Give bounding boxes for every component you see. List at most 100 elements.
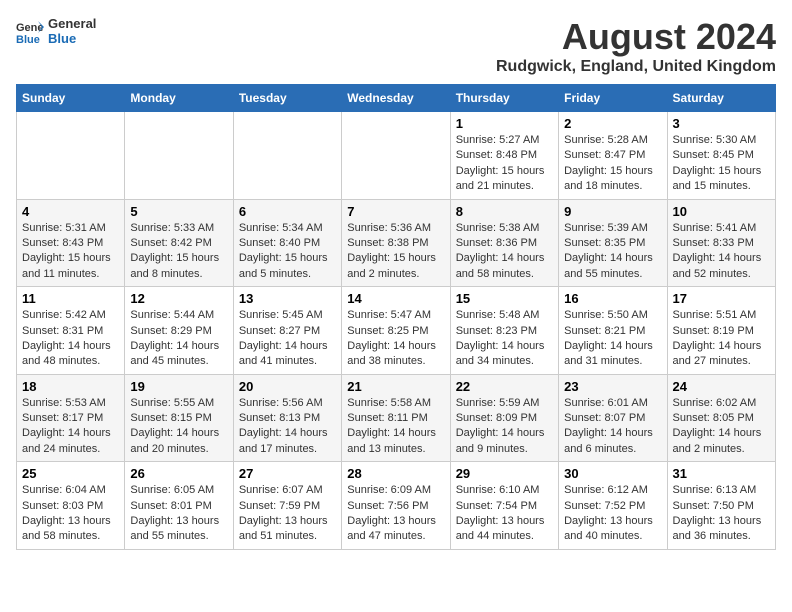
- day-number: 10: [673, 204, 770, 219]
- logo-icon: General Blue: [16, 17, 44, 45]
- day-info: Sunrise: 5:47 AM Sunset: 8:25 PM Dayligh…: [347, 308, 444, 370]
- day-number: 27: [239, 466, 336, 481]
- day-number: 2: [564, 116, 661, 131]
- day-number: 18: [22, 379, 119, 394]
- day-number: 13: [239, 291, 336, 306]
- day-header-sunday: Sunday: [17, 85, 125, 112]
- day-number: 25: [22, 466, 119, 481]
- day-info: Sunrise: 5:39 AM Sunset: 8:35 PM Dayligh…: [564, 221, 661, 283]
- day-header-monday: Monday: [125, 85, 233, 112]
- calendar-cell: 24 Sunrise: 6:02 AM Sunset: 8:05 PM Dayli…: [667, 374, 775, 462]
- day-info: Sunrise: 5:36 AM Sunset: 8:38 PM Dayligh…: [347, 221, 444, 283]
- calendar-cell: 26Sunrise: 6:05 AM Sunset: 8:01 PM Dayli…: [125, 462, 233, 550]
- logo-line2: Blue: [48, 31, 96, 46]
- calendar-cell: 27Sunrise: 6:07 AM Sunset: 7:59 PM Dayli…: [233, 462, 341, 550]
- calendar-cell: [125, 112, 233, 200]
- calendar-cell: 19 Sunrise: 5:55 AM Sunset: 8:15 PM Dayli…: [125, 374, 233, 462]
- calendar-cell: 6 Sunrise: 5:34 AM Sunset: 8:40 PM Daylig…: [233, 199, 341, 287]
- day-info: Sunrise: 5:41 AM Sunset: 8:33 PM Dayligh…: [673, 221, 770, 283]
- calendar-cell: 30 Sunrise: 6:12 AM Sunset: 7:52 PM Dayli…: [559, 462, 667, 550]
- calendar-cell: 14 Sunrise: 5:47 AM Sunset: 8:25 PM Dayli…: [342, 287, 450, 375]
- day-number: 21: [347, 379, 444, 394]
- day-info: Sunrise: 5:50 AM Sunset: 8:21 PM Dayligh…: [564, 308, 661, 370]
- day-number: 1: [456, 116, 553, 131]
- day-header-thursday: Thursday: [450, 85, 558, 112]
- calendar-table: SundayMondayTuesdayWednesdayThursdayFrid…: [16, 84, 776, 550]
- day-info: Sunrise: 6:04 AM Sunset: 8:03 PM Dayligh…: [22, 483, 119, 545]
- day-info: Sunrise: 5:59 AM Sunset: 8:09 PM Dayligh…: [456, 396, 553, 458]
- day-info: Sunrise: 5:55 AM Sunset: 8:15 PM Dayligh…: [130, 396, 227, 458]
- svg-text:Blue: Blue: [16, 34, 40, 45]
- day-number: 16: [564, 291, 661, 306]
- day-number: 20: [239, 379, 336, 394]
- calendar-cell: 29Sunrise: 6:10 AM Sunset: 7:54 PM Dayli…: [450, 462, 558, 550]
- calendar-cell: 2 Sunrise: 5:28 AM Sunset: 8:47 PM Daylig…: [559, 112, 667, 200]
- day-info: Sunrise: 5:45 AM Sunset: 8:27 PM Dayligh…: [239, 308, 336, 370]
- day-info: Sunrise: 5:27 AM Sunset: 8:48 PM Dayligh…: [456, 133, 553, 195]
- calendar-cell: 9Sunrise: 5:39 AM Sunset: 8:35 PM Daylig…: [559, 199, 667, 287]
- day-number: 19: [130, 379, 227, 394]
- calendar-cell: 7 Sunrise: 5:36 AM Sunset: 8:38 PM Daylig…: [342, 199, 450, 287]
- day-info: Sunrise: 5:42 AM Sunset: 8:31 PM Dayligh…: [22, 308, 119, 370]
- day-info: Sunrise: 6:12 AM Sunset: 7:52 PM Dayligh…: [564, 483, 661, 545]
- day-number: 30: [564, 466, 661, 481]
- day-info: Sunrise: 6:02 AM Sunset: 8:05 PM Dayligh…: [673, 396, 770, 458]
- day-number: 22: [456, 379, 553, 394]
- day-info: Sunrise: 5:51 AM Sunset: 8:19 PM Dayligh…: [673, 308, 770, 370]
- calendar-cell: 13 Sunrise: 5:45 AM Sunset: 8:27 PM Dayli…: [233, 287, 341, 375]
- day-number: 31: [673, 466, 770, 481]
- calendar-week-row: 25 Sunrise: 6:04 AM Sunset: 8:03 PM Dayli…: [17, 462, 776, 550]
- day-info: Sunrise: 5:53 AM Sunset: 8:17 PM Dayligh…: [22, 396, 119, 458]
- calendar-cell: 12 Sunrise: 5:44 AM Sunset: 8:29 PM Dayli…: [125, 287, 233, 375]
- day-number: 3: [673, 116, 770, 131]
- day-header-saturday: Saturday: [667, 85, 775, 112]
- calendar-cell: 5Sunrise: 5:33 AM Sunset: 8:42 PM Daylig…: [125, 199, 233, 287]
- days-header-row: SundayMondayTuesdayWednesdayThursdayFrid…: [17, 85, 776, 112]
- day-number: 14: [347, 291, 444, 306]
- calendar-cell: 16 Sunrise: 5:50 AM Sunset: 8:21 PM Dayli…: [559, 287, 667, 375]
- day-number: 26: [130, 466, 227, 481]
- page-header: General Blue General Blue August 2024 Ru…: [16, 16, 776, 76]
- day-info: Sunrise: 5:48 AM Sunset: 8:23 PM Dayligh…: [456, 308, 553, 370]
- day-header-friday: Friday: [559, 85, 667, 112]
- calendar-week-row: 1 Sunrise: 5:27 AM Sunset: 8:48 PM Daylig…: [17, 112, 776, 200]
- calendar-week-row: 18 Sunrise: 5:53 AM Sunset: 8:17 PM Dayli…: [17, 374, 776, 462]
- day-number: 24: [673, 379, 770, 394]
- calendar-cell: 11Sunrise: 5:42 AM Sunset: 8:31 PM Dayli…: [17, 287, 125, 375]
- day-number: 29: [456, 466, 553, 481]
- calendar-cell: 28 Sunrise: 6:09 AM Sunset: 7:56 PM Dayli…: [342, 462, 450, 550]
- calendar-cell: 31 Sunrise: 6:13 AM Sunset: 7:50 PM Dayli…: [667, 462, 775, 550]
- title-block: August 2024 Rudgwick, England, United Ki…: [496, 16, 776, 76]
- day-number: 28: [347, 466, 444, 481]
- calendar-week-row: 4 Sunrise: 5:31 AM Sunset: 8:43 PM Daylig…: [17, 199, 776, 287]
- day-number: 15: [456, 291, 553, 306]
- day-info: Sunrise: 5:34 AM Sunset: 8:40 PM Dayligh…: [239, 221, 336, 283]
- calendar-cell: 18 Sunrise: 5:53 AM Sunset: 8:17 PM Dayli…: [17, 374, 125, 462]
- calendar-cell: 17Sunrise: 5:51 AM Sunset: 8:19 PM Dayli…: [667, 287, 775, 375]
- day-number: 4: [22, 204, 119, 219]
- day-header-tuesday: Tuesday: [233, 85, 341, 112]
- day-number: 5: [130, 204, 227, 219]
- day-number: 6: [239, 204, 336, 219]
- day-number: 7: [347, 204, 444, 219]
- calendar-cell: 4 Sunrise: 5:31 AM Sunset: 8:43 PM Daylig…: [17, 199, 125, 287]
- logo: General Blue General Blue: [16, 16, 96, 46]
- svg-text:General: General: [16, 22, 44, 34]
- calendar-cell: 21Sunrise: 5:58 AM Sunset: 8:11 PM Dayli…: [342, 374, 450, 462]
- day-header-wednesday: Wednesday: [342, 85, 450, 112]
- day-info: Sunrise: 6:13 AM Sunset: 7:50 PM Dayligh…: [673, 483, 770, 545]
- day-info: Sunrise: 5:31 AM Sunset: 8:43 PM Dayligh…: [22, 221, 119, 283]
- calendar-cell: 22 Sunrise: 5:59 AM Sunset: 8:09 PM Dayli…: [450, 374, 558, 462]
- day-number: 8: [456, 204, 553, 219]
- calendar-cell: 20 Sunrise: 5:56 AM Sunset: 8:13 PM Dayli…: [233, 374, 341, 462]
- calendar-cell: 23Sunrise: 6:01 AM Sunset: 8:07 PM Dayli…: [559, 374, 667, 462]
- day-info: Sunrise: 5:56 AM Sunset: 8:13 PM Dayligh…: [239, 396, 336, 458]
- subtitle: Rudgwick, England, United Kingdom: [496, 58, 776, 76]
- main-title: August 2024: [496, 16, 776, 58]
- day-info: Sunrise: 5:28 AM Sunset: 8:47 PM Dayligh…: [564, 133, 661, 195]
- day-number: 12: [130, 291, 227, 306]
- day-info: Sunrise: 6:09 AM Sunset: 7:56 PM Dayligh…: [347, 483, 444, 545]
- calendar-cell: 3Sunrise: 5:30 AM Sunset: 8:45 PM Daylig…: [667, 112, 775, 200]
- day-info: Sunrise: 5:44 AM Sunset: 8:29 PM Dayligh…: [130, 308, 227, 370]
- calendar-cell: 25 Sunrise: 6:04 AM Sunset: 8:03 PM Dayli…: [17, 462, 125, 550]
